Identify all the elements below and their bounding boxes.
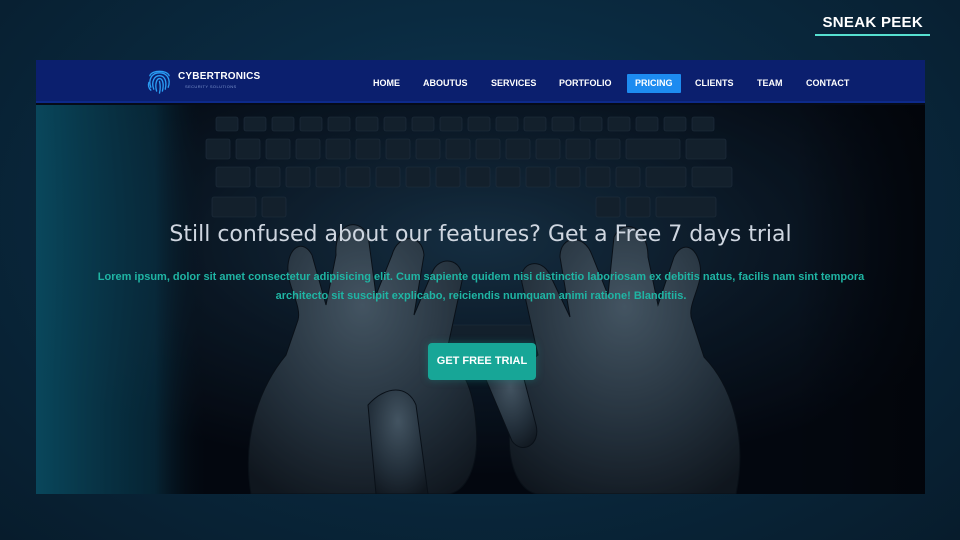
brand-logo[interactable]: CYBERTRONICS SECURITY SOLUTIONS: [146, 65, 276, 97]
fingerprint-icon: [147, 70, 170, 94]
nav-clients[interactable]: CLIENTS: [695, 74, 734, 93]
nav-contact[interactable]: CONTACT: [806, 74, 849, 93]
brand-tagline: SECURITY SOLUTIONS: [185, 84, 237, 89]
nav-home[interactable]: HOME: [373, 74, 400, 93]
hero-title: Still confused about our features? Get a…: [169, 222, 792, 247]
nav-services[interactable]: SERVICES: [491, 74, 536, 93]
brand-name: CYBERTRONICS: [178, 71, 261, 82]
get-free-trial-button[interactable]: GET FREE TRIAL: [428, 343, 536, 380]
nav-pricing[interactable]: PRICING: [627, 74, 681, 93]
sneak-peek-badge: SNEAK PEEK: [815, 14, 930, 36]
nav-portfolio[interactable]: PORTFOLIO: [559, 74, 612, 93]
nav-team[interactable]: TEAM: [757, 74, 783, 93]
hero-description: Lorem ipsum, dolor sit amet consectetur …: [97, 271, 865, 302]
website-preview: CYBERTRONICS SECURITY SOLUTIONS HOME ABO…: [36, 60, 925, 494]
hero-section: Still confused about our features? Get a…: [36, 105, 925, 494]
navbar: CYBERTRONICS SECURITY SOLUTIONS HOME ABO…: [36, 60, 925, 103]
nav-aboutus[interactable]: ABOUTUS: [423, 74, 468, 93]
